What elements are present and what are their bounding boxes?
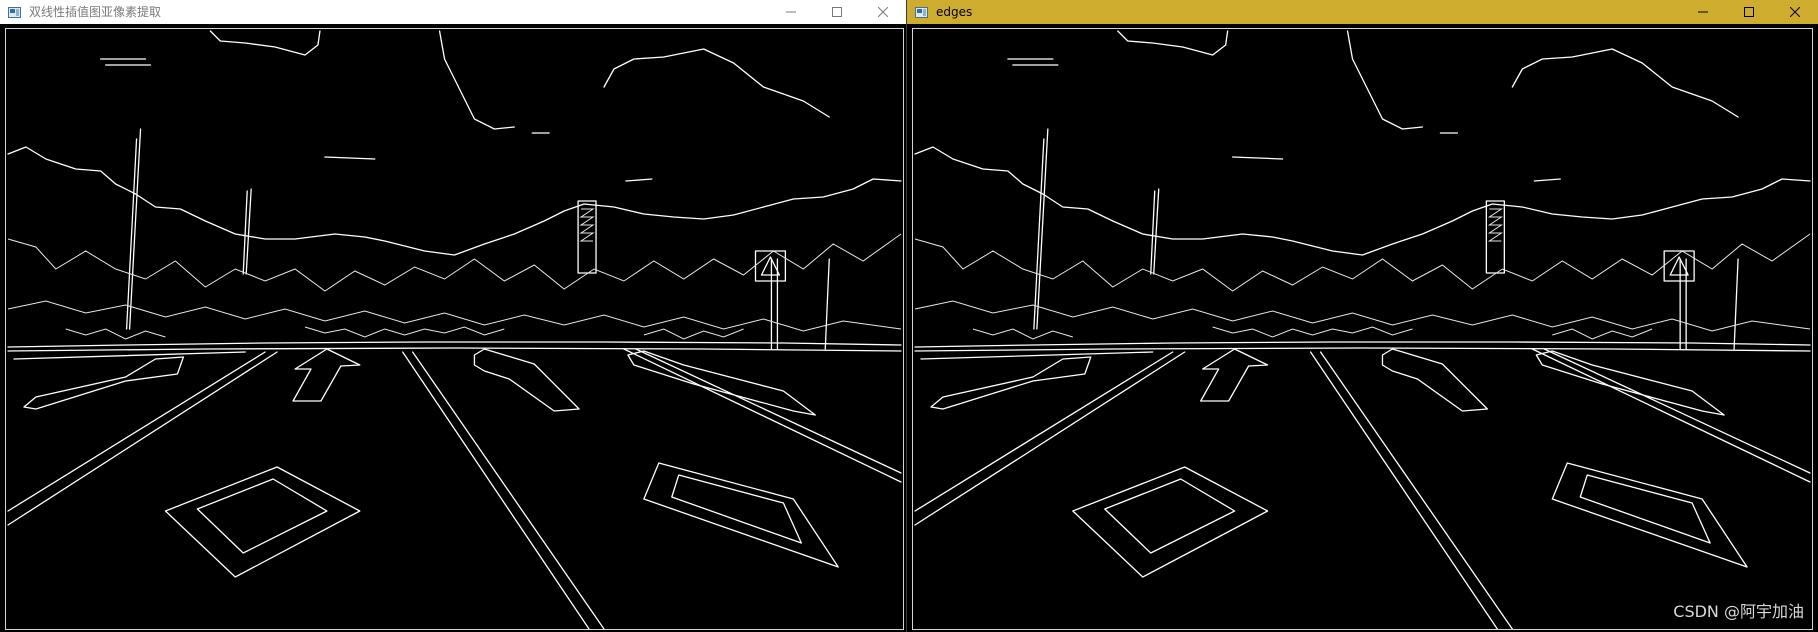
close-icon: [878, 7, 888, 17]
maximize-button[interactable]: [1726, 0, 1772, 24]
window-title: edges: [936, 5, 973, 19]
edges-window[interactable]: edges CSDN @阿宇加油: [907, 0, 1818, 632]
minimize-button[interactable]: [768, 0, 814, 24]
close-icon: [1790, 7, 1800, 17]
close-button[interactable]: [860, 0, 906, 24]
window-app-icon[interactable]: [8, 6, 21, 18]
minimize-icon: [786, 11, 796, 13]
caption-buttons: [768, 0, 906, 24]
maximize-icon: [1744, 7, 1754, 17]
close-button[interactable]: [1772, 0, 1818, 24]
subpixel-edge-window[interactable]: 双线性插值图亚像素提取: [0, 0, 907, 632]
caption-buttons: [1680, 0, 1818, 24]
edge-image-canvas[interactable]: [912, 28, 1813, 630]
window-app-icon[interactable]: [915, 6, 928, 18]
maximize-button[interactable]: [814, 0, 860, 24]
titlebar[interactable]: edges: [907, 0, 1818, 24]
road-edge-image: [7, 30, 902, 629]
titlebar[interactable]: 双线性插值图亚像素提取: [0, 0, 906, 24]
minimize-icon: [1698, 11, 1708, 13]
minimize-button[interactable]: [1680, 0, 1726, 24]
edge-image-canvas[interactable]: [5, 28, 904, 630]
window-title: 双线性插值图亚像素提取: [29, 5, 162, 19]
maximize-icon: [832, 7, 842, 17]
watermark: CSDN @阿宇加油: [1673, 602, 1804, 621]
road-edge-image: [914, 30, 1811, 629]
